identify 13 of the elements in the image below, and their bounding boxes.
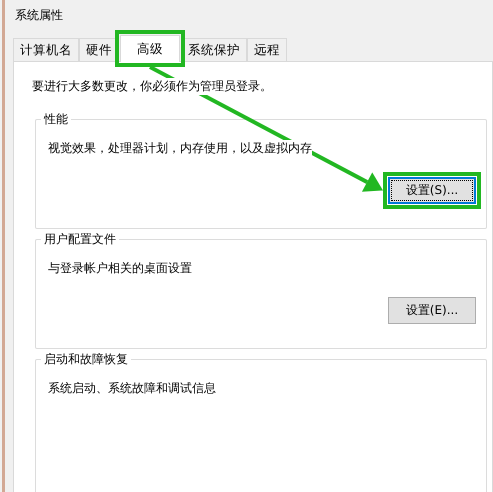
group-title: 用户配置文件 [41, 231, 119, 247]
tab[interactable]: 高级 [120, 35, 180, 62]
window-title: 系统属性 [14, 7, 64, 24]
settings-button[interactable]: 设置(E)... [388, 297, 476, 324]
group-description: 系统启动、系统故障和调试信息 [48, 380, 216, 396]
tab[interactable]: 远程 [247, 38, 287, 61]
settings-button[interactable]: 设置(S)... [388, 177, 476, 204]
highlight-frame [115, 30, 185, 67]
group-title: 性能 [41, 111, 71, 127]
group-description: 与登录帐户相关的桌面设置 [48, 260, 192, 276]
group-title: 启动和故障恢复 [41, 351, 131, 367]
tab[interactable]: 计算机名 [13, 38, 79, 61]
group-description: 视觉效果，处理器计划，内存使用，以及虚拟内存 [48, 140, 312, 156]
